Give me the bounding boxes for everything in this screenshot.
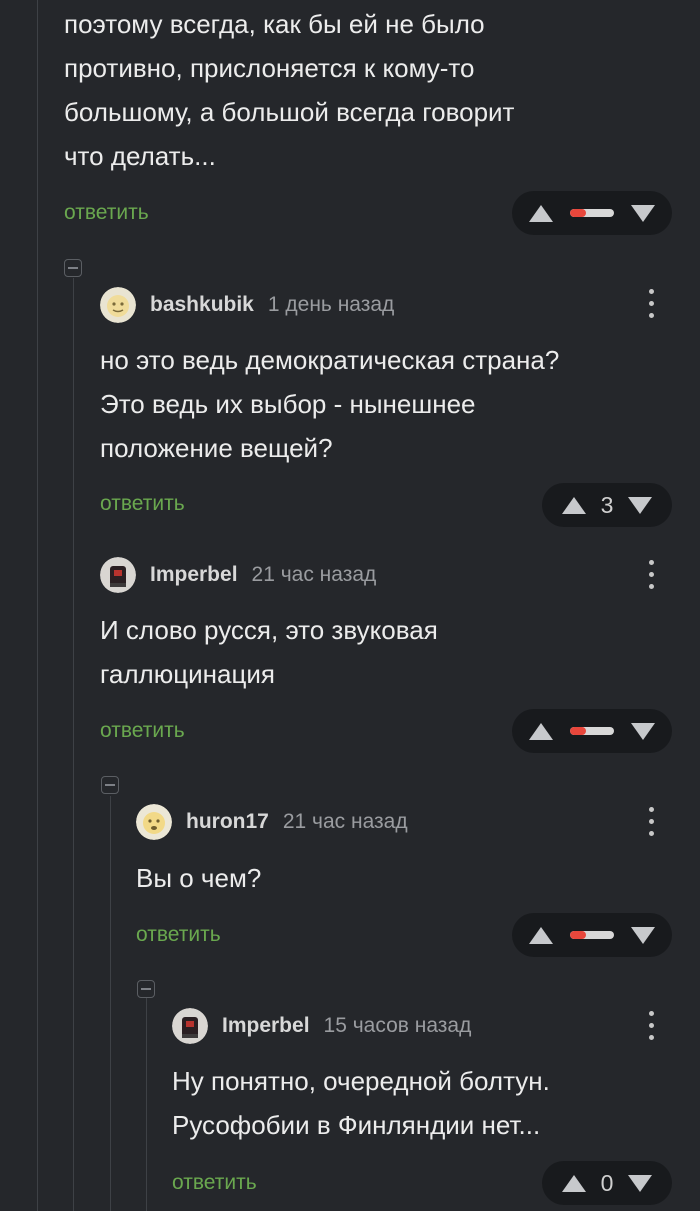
timestamp: 21 час назад — [282, 810, 408, 833]
avatar[interactable] — [100, 287, 136, 323]
collapse-thread-button[interactable] — [137, 980, 155, 998]
avatar[interactable] — [136, 804, 172, 840]
comment-line: противно, прислоняется к кому-то — [64, 53, 475, 83]
vote-control — [512, 191, 672, 235]
upvote-icon[interactable] — [562, 496, 586, 514]
comment-menu-icon[interactable] — [646, 289, 656, 319]
downvote-icon[interactable] — [628, 496, 652, 514]
comment-header: bashkubik 1 день назад — [100, 285, 394, 325]
timestamp: 15 часов назад — [323, 1014, 472, 1037]
downvote-icon[interactable] — [631, 722, 655, 740]
comment-line: И слово русся, это звуковая — [100, 615, 438, 645]
vote-control — [512, 709, 672, 753]
reply-link[interactable]: ответить — [64, 201, 149, 225]
username[interactable]: Imperbel — [150, 563, 238, 587]
reply-link[interactable]: ответить — [136, 923, 221, 947]
upvote-icon[interactable] — [529, 926, 553, 944]
comment-line: но это ведь демократическая страна? — [100, 345, 560, 375]
comment-line: галлюцинация — [100, 659, 275, 689]
reply-link[interactable]: ответить — [172, 1171, 257, 1195]
comment-line: положение вещей? — [100, 433, 333, 463]
vote-control: 3 — [542, 483, 672, 527]
downvote-icon[interactable] — [631, 926, 655, 944]
comment-line: Ну понятно, очередной болтун. — [172, 1066, 550, 1096]
rating-count: 0 — [600, 1169, 614, 1196]
avatar[interactable] — [100, 557, 136, 593]
thread-line — [73, 278, 74, 1211]
downvote-icon[interactable] — [628, 1174, 652, 1192]
comment-header: Imperbel 21 час назад — [100, 555, 376, 595]
comment-header: Imperbel 15 часов назад — [172, 1006, 471, 1046]
comment-text: Ну понятно, очередной болтун. Русофобии … — [172, 1059, 687, 1147]
upvote-icon[interactable] — [529, 722, 553, 740]
reply-link[interactable]: ответить — [100, 719, 185, 743]
thread-line — [37, 0, 38, 1211]
vote-control: 0 — [542, 1161, 672, 1205]
upvote-icon[interactable] — [529, 204, 553, 222]
comment-text: но это ведь демократическая страна? Это … — [100, 338, 690, 470]
downvote-icon[interactable] — [631, 204, 655, 222]
avatar[interactable] — [172, 1008, 208, 1044]
thread-line — [146, 998, 147, 1211]
comment-text: Вы о чем? — [136, 856, 686, 900]
upvote-icon[interactable] — [562, 1174, 586, 1192]
comment-line: что делать... — [64, 141, 216, 171]
username[interactable]: Imperbel — [222, 1014, 310, 1038]
reply-link[interactable]: ответить — [100, 492, 185, 516]
comment-line: Русофобии в Финляндии нет... — [172, 1110, 541, 1140]
thread-line — [110, 796, 111, 1211]
rating-count: 3 — [600, 491, 614, 518]
username[interactable]: bashkubik — [150, 293, 254, 317]
comment-menu-icon[interactable] — [646, 1011, 656, 1041]
rating-bar — [570, 931, 614, 939]
comment-menu-icon[interactable] — [646, 807, 656, 837]
rating-bar — [570, 209, 614, 217]
collapse-thread-button[interactable] — [64, 259, 82, 277]
comment-menu-icon[interactable] — [646, 560, 656, 590]
collapse-thread-button[interactable] — [101, 776, 119, 794]
comment-text: поэтому всегда, как бы ей не было против… — [64, 2, 684, 178]
comment-text: И слово русся, это звуковая галлюцинация — [100, 608, 690, 696]
timestamp: 21 час назад — [251, 563, 377, 586]
comment-line: Вы о чем? — [136, 863, 262, 893]
username[interactable]: huron17 — [186, 810, 269, 834]
rating-bar — [570, 727, 614, 735]
comment-line: Это ведь их выбор - нынешнее — [100, 389, 476, 419]
timestamp: 1 день назад — [267, 293, 395, 316]
vote-control — [512, 913, 672, 957]
comment-header: huron17 21 час назад — [136, 802, 408, 842]
comment-line: поэтому всегда, как бы ей не было — [64, 9, 485, 39]
comment-line: большому, а большой всегда говорит — [64, 97, 515, 127]
